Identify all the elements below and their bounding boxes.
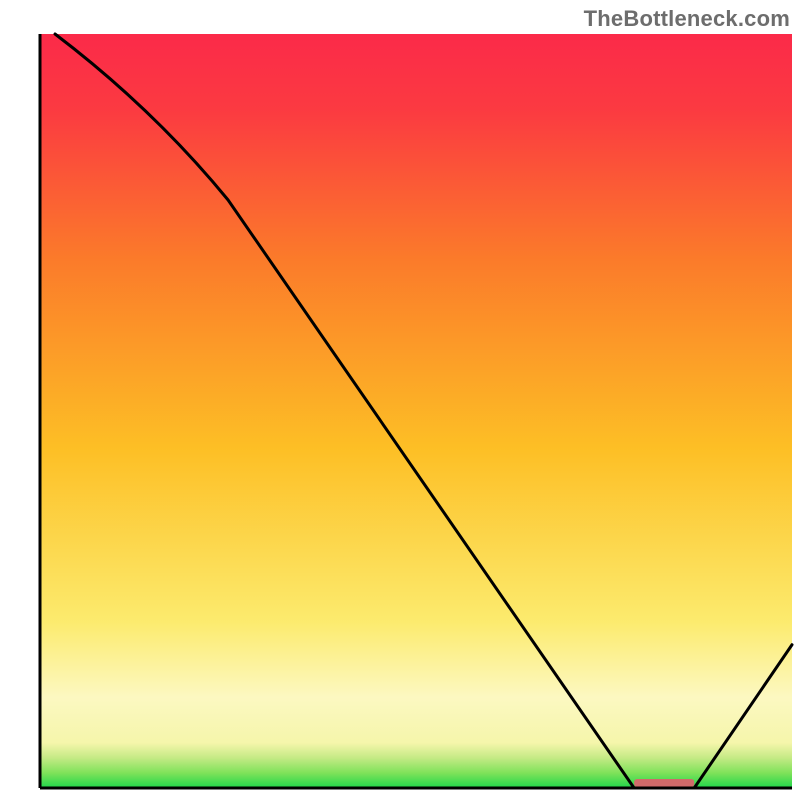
watermark-text: TheBottleneck.com — [584, 6, 790, 32]
chart-background — [40, 34, 792, 788]
optimal-range-bar — [634, 779, 694, 787]
bottleneck-chart — [0, 0, 800, 800]
